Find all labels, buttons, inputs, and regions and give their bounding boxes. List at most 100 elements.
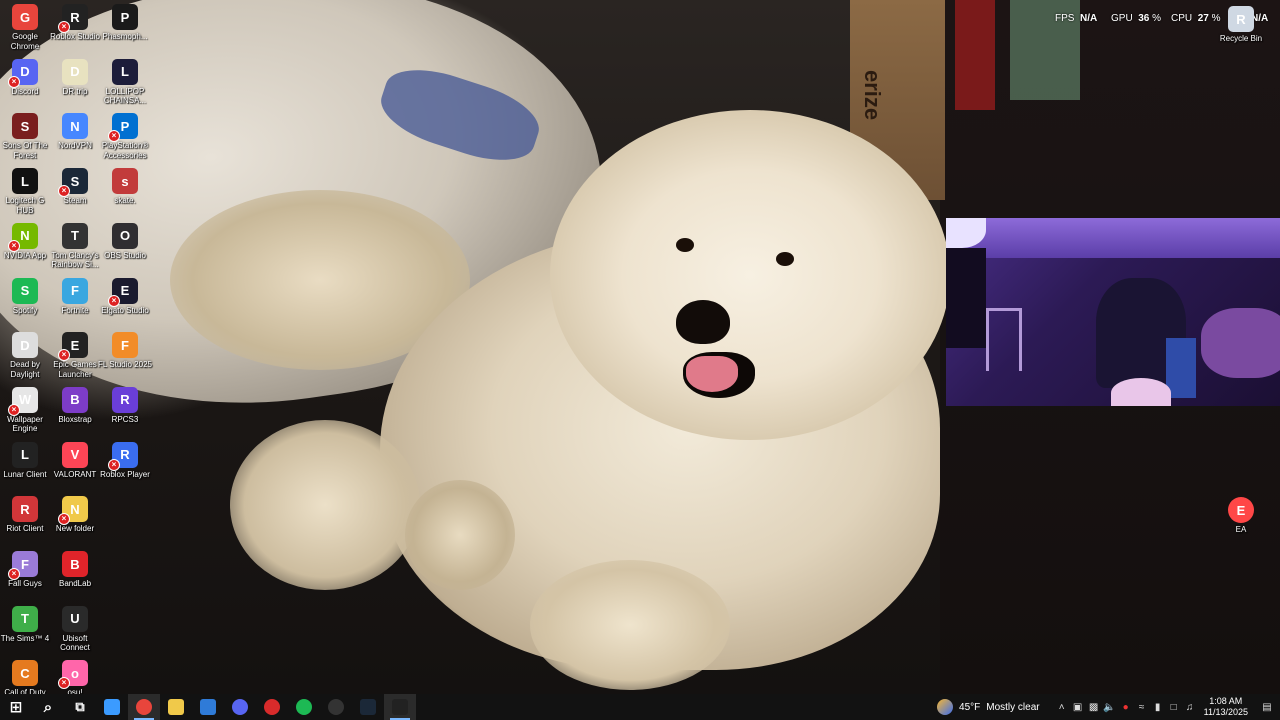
desktop-shortcut-label: NordVPN: [58, 141, 92, 151]
desktop-shortcut[interactable]: R Recycle Bin: [1217, 6, 1265, 44]
taskbar-store[interactable]: [192, 694, 224, 720]
speaker-icon[interactable]: ♫: [1182, 702, 1198, 713]
desktop-shortcut[interactable]: S × Steam: [51, 168, 99, 206]
riot-client-icon: R: [12, 496, 38, 523]
desktop-shortcut-label: Fortnite: [61, 305, 89, 315]
volume-icon[interactable]: 🔈: [1102, 702, 1118, 713]
desktop-shortcut[interactable]: E × Epic Games Launcher: [51, 332, 99, 379]
chevron-up-icon[interactable]: ˄: [1054, 702, 1070, 713]
desktop-shortcut[interactable]: N NordVPN: [51, 113, 99, 151]
desktop-shortcut-label: Wallpaper Engine: [7, 414, 43, 434]
notification-icon[interactable]: ▤: [1254, 702, 1280, 713]
desktop-shortcut[interactable]: D DR trip: [51, 58, 99, 97]
clock-time: 1:08 AM: [1209, 696, 1243, 706]
desktop-shortcut-label: Roblox Studio: [50, 32, 100, 41]
taskbar-steam[interactable]: [352, 694, 384, 720]
folder-icon: N ×: [58, 496, 88, 526]
desktop-shortcut[interactable]: N × New folder: [51, 496, 99, 534]
desktop-shortcut-label: PlayStation® Accessories: [101, 141, 149, 160]
search-button[interactable]: ⌕: [32, 694, 64, 720]
taskbar: ⊞ ⌕ ⧉ 45°F Mostly clear ˄ ▣ ▩ 🔈 ● ≈ ▮ □ ♫ …: [0, 694, 1280, 720]
desktop-shortcut[interactable]: V VALORANT: [51, 441, 99, 480]
steam-icon: S ×: [58, 168, 88, 198]
desktop-shortcut[interactable]: R × Roblox Studio: [50, 4, 100, 42]
desktop-shortcut[interactable]: B BandLab: [51, 551, 99, 589]
chrome-icon: [136, 699, 152, 715]
desktop-shortcut[interactable]: T Tom Clancy's Rainbow Si...: [51, 222, 99, 270]
desktop-shortcut[interactable]: G Google Chrome: [1, 4, 49, 51]
webcam-overlay[interactable]: [946, 218, 1280, 406]
desktop-shortcut[interactable]: U Ubisoft Connect: [51, 605, 99, 653]
desktop-shortcut[interactable]: C Call of Duty: [1, 660, 49, 698]
roblox-studio-icon: R ×: [58, 4, 88, 33]
clock[interactable]: 1:08 AM 11/13/2025: [1204, 696, 1248, 718]
desktop-shortcut-label: Tom Clancy's Rainbow Si...: [51, 250, 99, 270]
monitor-icon[interactable]: ▣: [1070, 702, 1086, 713]
taskbar-app-red[interactable]: [256, 694, 288, 720]
desktop-shortcut[interactable]: O OBS Studio: [101, 222, 149, 261]
taskbar-chrome[interactable]: [128, 694, 160, 720]
desktop-shortcut[interactable]: P × PlayStation® Accessories: [101, 113, 149, 160]
taskbar-file-explorer[interactable]: [160, 694, 192, 720]
desktop-shortcut[interactable]: F Fortnite: [51, 277, 99, 316]
error-badge-icon: ×: [58, 21, 70, 33]
desktop-shortcut[interactable]: o × osu!: [51, 660, 99, 698]
dog-paw: [405, 480, 515, 590]
taskbar-copilot[interactable]: [96, 694, 128, 720]
fl-studio-icon: F: [112, 332, 138, 359]
desktop-shortcut[interactable]: T The Sims™ 4: [1, 605, 49, 644]
desktop-shortcut-label: EA: [1235, 525, 1247, 534]
weather-icon[interactable]: [937, 699, 954, 715]
desktop-shortcut[interactable]: D × Discord: [1, 58, 49, 97]
error-badge-icon: ×: [58, 185, 70, 198]
error-badge-icon: ×: [108, 458, 120, 471]
webcam-tv: [946, 248, 986, 348]
desktop-shortcut[interactable]: B Bloxstrap: [51, 386, 99, 425]
sons-of-the-forest-icon: S: [12, 113, 38, 140]
start-button[interactable]: ⊞: [0, 694, 32, 720]
fps-label: FPS: [1055, 13, 1075, 24]
desktop-shortcut[interactable]: L Logitech G HUB: [1, 168, 49, 215]
taskbar-spotify[interactable]: [288, 694, 320, 720]
microphone-icon[interactable]: ▮: [1150, 702, 1166, 713]
desktop-shortcut[interactable]: E × Elgato Studio: [101, 277, 149, 316]
desktop-shortcut[interactable]: P Phasmoph...: [101, 4, 149, 42]
osu-icon: o ×: [58, 660, 88, 690]
taskbar-app-dark[interactable]: [320, 694, 352, 720]
taskbar-discord[interactable]: [224, 694, 256, 720]
skate-icon: s: [112, 168, 138, 195]
weather-condition[interactable]: Mostly clear: [986, 702, 1039, 713]
task-view-icon: ⧉: [75, 699, 85, 714]
gpu-tray-icon[interactable]: ▩: [1086, 702, 1102, 713]
desktop-shortcut-label: Bloxstrap: [58, 414, 92, 424]
gpu-unit: %: [1152, 13, 1162, 24]
wifi-icon[interactable]: ≈: [1134, 702, 1150, 713]
desktop-shortcut[interactable]: L LOLLIPOP CHAINSA...: [101, 58, 149, 106]
cpu-readout: CPU 27 %: [1171, 13, 1221, 24]
display-icon[interactable]: □: [1166, 702, 1182, 713]
desktop-shortcut[interactable]: R RPCS3: [101, 386, 149, 425]
error-badge-icon: ×: [108, 294, 120, 307]
desktop-shortcut[interactable]: S Sons Of The Forest: [1, 113, 49, 160]
desktop-shortcut[interactable]: N × NVIDIA App: [1, 222, 49, 261]
desktop-shortcut[interactable]: S Spotify: [1, 277, 49, 316]
desktop-shortcut[interactable]: s skate.: [101, 168, 149, 206]
desktop-shortcut[interactable]: F × Fall Guys: [1, 551, 49, 589]
desktop-shortcut[interactable]: L Lunar Client: [1, 441, 49, 480]
task-view-button[interactable]: ⧉: [64, 694, 96, 720]
desktop-shortcut[interactable]: R × Roblox Player: [100, 441, 150, 480]
dark-app-icon: [328, 699, 344, 715]
weather-temp[interactable]: 45°F: [959, 702, 980, 713]
desktop-shortcut-label: Fall Guys: [8, 579, 42, 588]
desktop-shortcut[interactable]: W × Wallpaper Engine: [1, 386, 49, 434]
taskbar-epic[interactable]: [384, 694, 416, 720]
clock-date: 11/13/2025: [1203, 707, 1248, 717]
system-tray: 45°F Mostly clear ˄ ▣ ▩ 🔈 ● ≈ ▮ □ ♫ 1:08…: [937, 694, 1280, 720]
desktop-shortcut[interactable]: R Riot Client: [1, 496, 49, 534]
desktop-shortcut[interactable]: D Dead by Daylight: [1, 332, 49, 379]
desktop-shortcut-label: Epic Games Launcher: [53, 360, 97, 379]
desktop-shortcut[interactable]: F FL Studio 2025: [98, 332, 152, 370]
epic-games-icon: E ×: [58, 332, 88, 362]
desktop-shortcut[interactable]: E EA: [1217, 497, 1265, 535]
record-icon[interactable]: ●: [1118, 702, 1134, 713]
